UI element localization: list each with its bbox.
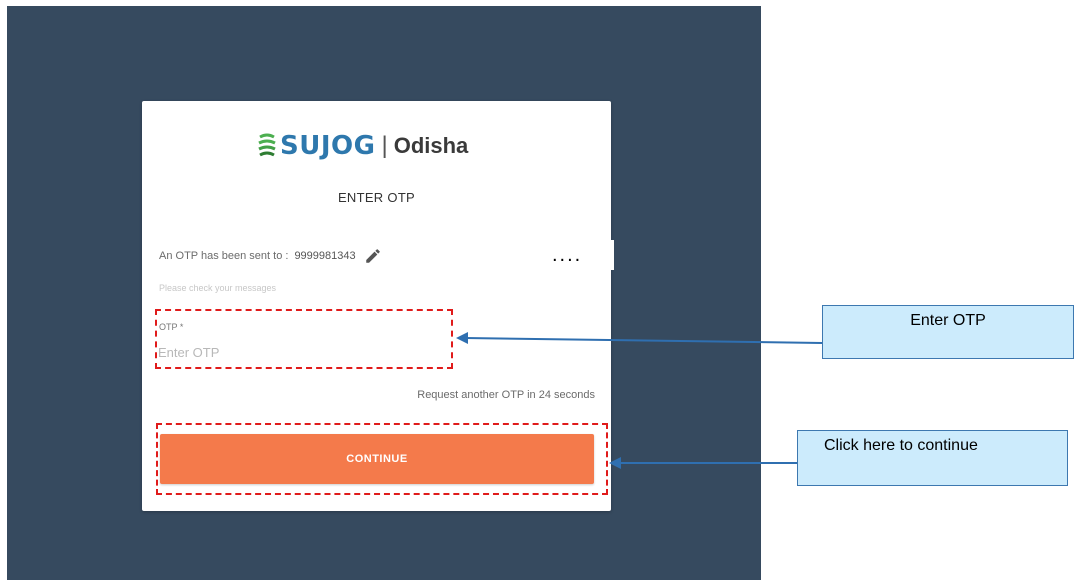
phone-number: 9999981343	[294, 250, 356, 262]
otp-highlight-box	[155, 309, 453, 369]
check-messages-hint: Please check your messages	[159, 283, 277, 293]
brand-place: Odisha	[393, 133, 469, 158]
enter-otp-callout: Enter OTP	[822, 305, 1074, 359]
masked-dots: ....	[552, 244, 583, 266]
page-title: ENTER OTP	[337, 190, 416, 205]
otp-sent-text: An OTP has been sent to :	[159, 250, 289, 262]
sujog-leaf-icon	[258, 133, 276, 157]
brand-separator: |	[381, 132, 388, 159]
resend-otp-timer: Request another OTP in 24 seconds	[417, 389, 595, 401]
continue-callout: Click here to continue	[797, 430, 1068, 486]
continue-highlight-box	[156, 423, 608, 495]
otp-sent-row: An OTP has been sent to : 9999981343	[159, 247, 382, 265]
brand-name: SUJOG	[280, 131, 376, 161]
pencil-icon[interactable]	[364, 247, 382, 265]
sujog-logo: SUJOG | Odisha	[256, 128, 468, 164]
